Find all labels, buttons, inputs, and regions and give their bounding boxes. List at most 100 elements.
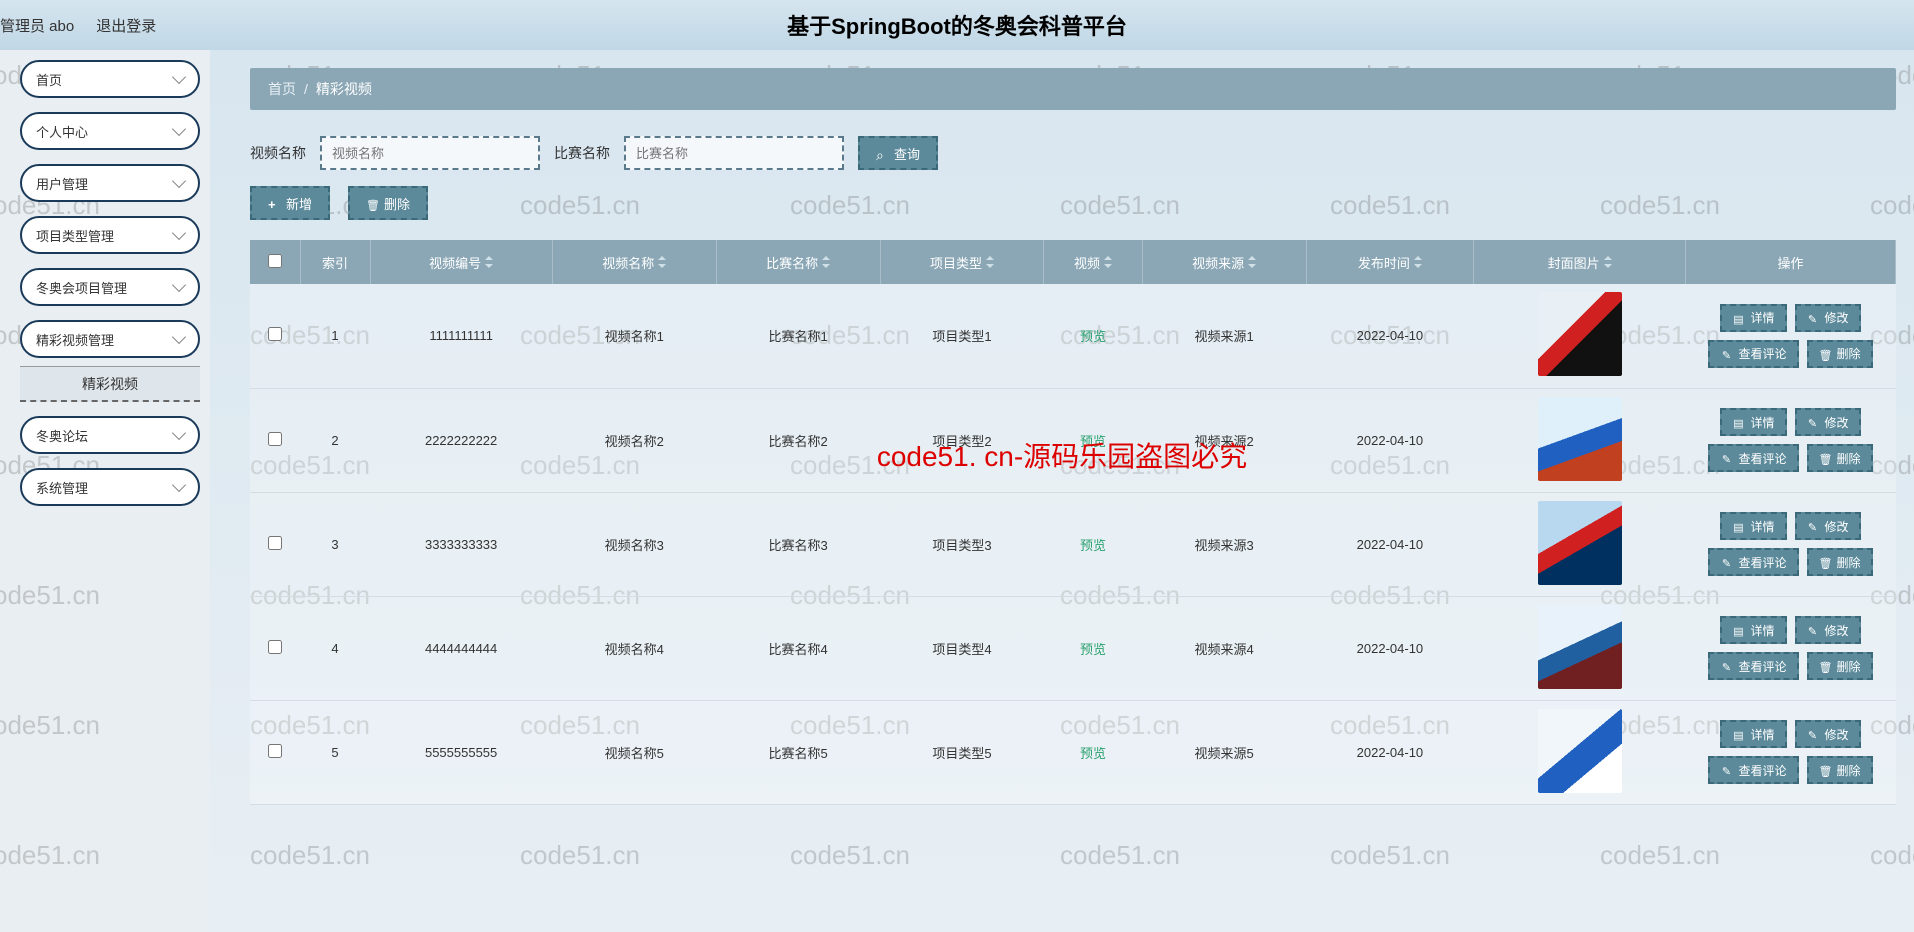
col-header-6[interactable]: 视频 [1044, 240, 1142, 284]
cell [1474, 388, 1686, 492]
comments-button[interactable]: 查看评论 [1708, 444, 1798, 472]
trash-icon [1819, 660, 1831, 672]
search-button[interactable]: 查询 [858, 136, 938, 170]
app-header: 基于SpringBoot的冬奥会科普平台 管理员 abo 退出登录 [0, 0, 1914, 50]
cell [250, 492, 300, 596]
cell: 2022-04-10 [1306, 492, 1474, 596]
sidebar-item-2[interactable]: 用户管理 [20, 164, 200, 202]
chevron-down-icon [172, 174, 186, 188]
cell: 项目类型2 [880, 388, 1044, 492]
row-checkbox[interactable] [268, 744, 282, 758]
chevron-down-icon [172, 226, 186, 240]
preview-link[interactable]: 预览 [1080, 434, 1106, 449]
sidebar-item-1[interactable]: 个人中心 [20, 112, 200, 150]
edit-button[interactable]: 修改 [1795, 720, 1861, 748]
sort-icon [658, 256, 666, 268]
detail-button[interactable]: 详情 [1720, 512, 1786, 540]
delete-button[interactable]: 删除 [348, 186, 428, 220]
breadcrumb-home[interactable]: 首页 [268, 79, 296, 99]
cell: 2222222222 [370, 388, 552, 492]
cell: 项目类型1 [880, 284, 1044, 388]
sidebar-item-7[interactable]: 系统管理 [20, 468, 200, 506]
cell: 详情修改查看评论删除 [1686, 596, 1896, 700]
edit-button[interactable]: 修改 [1795, 512, 1861, 540]
detail-button[interactable]: 详情 [1720, 304, 1786, 332]
pen-icon [1720, 764, 1732, 776]
comments-button[interactable]: 查看评论 [1708, 652, 1798, 680]
edit-button[interactable]: 修改 [1795, 408, 1861, 436]
row-checkbox[interactable] [268, 536, 282, 550]
comments-button[interactable]: 查看评论 [1708, 756, 1798, 784]
cell: 视频来源5 [1142, 700, 1306, 804]
sidebar-item-5[interactable]: 精彩视频管理 [20, 320, 200, 358]
logout-link[interactable]: 退出登录 [96, 15, 156, 36]
doc-icon [1732, 312, 1744, 324]
sidebar-item-4[interactable]: 冬奥会项目管理 [20, 268, 200, 306]
row-checkbox[interactable] [268, 432, 282, 446]
add-button[interactable]: 新增 [250, 186, 330, 220]
table-row: 11111111111视频名称1比赛名称1项目类型1预览视频来源12022-04… [250, 284, 1896, 388]
sidebar-item-3[interactable]: 项目类型管理 [20, 216, 200, 254]
sidebar-subitem-active[interactable]: 精彩视频 [20, 366, 200, 402]
row-delete-button[interactable]: 删除 [1807, 548, 1873, 576]
cell: 2022-04-10 [1306, 700, 1474, 804]
search-input-match[interactable] [624, 136, 844, 170]
preview-link[interactable]: 预览 [1080, 538, 1106, 553]
select-all-checkbox[interactable] [268, 254, 282, 268]
trash-icon [366, 197, 378, 209]
col-header-3[interactable]: 视频名称 [552, 240, 716, 284]
admin-user-link[interactable]: 管理员 abo [0, 15, 74, 36]
cell: 比赛名称4 [716, 596, 880, 700]
cell: 比赛名称2 [716, 388, 880, 492]
sidebar-item-label: 冬奥论坛 [36, 426, 88, 445]
col-header-7[interactable]: 视频来源 [1142, 240, 1306, 284]
cell: 视频来源2 [1142, 388, 1306, 492]
col-header-2[interactable]: 视频编号 [370, 240, 552, 284]
edit-button[interactable]: 修改 [1795, 304, 1861, 332]
detail-button[interactable]: 详情 [1720, 616, 1786, 644]
cell: 视频来源1 [1142, 284, 1306, 388]
cover-thumbnail[interactable] [1538, 605, 1622, 689]
col-header-8[interactable]: 发布时间 [1306, 240, 1474, 284]
cell: 5555555555 [370, 700, 552, 804]
trash-icon [1819, 348, 1831, 360]
row-checkbox[interactable] [268, 327, 282, 341]
search-icon [876, 147, 888, 159]
sort-icon [1414, 256, 1422, 268]
cell: 视频名称2 [552, 388, 716, 492]
preview-link[interactable]: 预览 [1080, 746, 1106, 761]
detail-button[interactable]: 详情 [1720, 408, 1786, 436]
cell: 3 [300, 492, 370, 596]
preview-link[interactable]: 预览 [1080, 642, 1106, 657]
sidebar-item-0[interactable]: 首页 [20, 60, 200, 98]
sidebar-item-label: 用户管理 [36, 174, 88, 193]
col-header-9[interactable]: 封面图片 [1474, 240, 1686, 284]
comments-button[interactable]: 查看评论 [1708, 340, 1798, 368]
cover-thumbnail[interactable] [1538, 501, 1622, 585]
edit-button[interactable]: 修改 [1795, 616, 1861, 644]
doc-icon [1732, 416, 1744, 428]
video-table: 索引视频编号视频名称比赛名称项目类型视频视频来源发布时间封面图片操作 11111… [250, 240, 1896, 805]
col-header-4[interactable]: 比赛名称 [716, 240, 880, 284]
preview-link[interactable]: 预览 [1080, 329, 1106, 344]
row-delete-button[interactable]: 删除 [1807, 756, 1873, 784]
row-delete-button[interactable]: 删除 [1807, 340, 1873, 368]
cover-thumbnail[interactable] [1538, 709, 1622, 793]
cover-thumbnail[interactable] [1538, 397, 1622, 481]
doc-icon [1732, 520, 1744, 532]
comments-button[interactable]: 查看评论 [1708, 548, 1798, 576]
row-delete-button[interactable]: 删除 [1807, 652, 1873, 680]
search-input-video[interactable] [320, 136, 540, 170]
breadcrumb-current: 精彩视频 [316, 79, 372, 99]
sidebar-item-6[interactable]: 冬奥论坛 [20, 416, 200, 454]
row-checkbox[interactable] [268, 640, 282, 654]
col-header-5[interactable]: 项目类型 [880, 240, 1044, 284]
sort-icon [1248, 256, 1256, 268]
row-delete-button[interactable]: 删除 [1807, 444, 1873, 472]
detail-button[interactable]: 详情 [1720, 720, 1786, 748]
cell: 4 [300, 596, 370, 700]
chevron-down-icon [172, 478, 186, 492]
cell: 视频名称1 [552, 284, 716, 388]
pen-icon [1807, 728, 1819, 740]
cover-thumbnail[interactable] [1538, 292, 1622, 376]
